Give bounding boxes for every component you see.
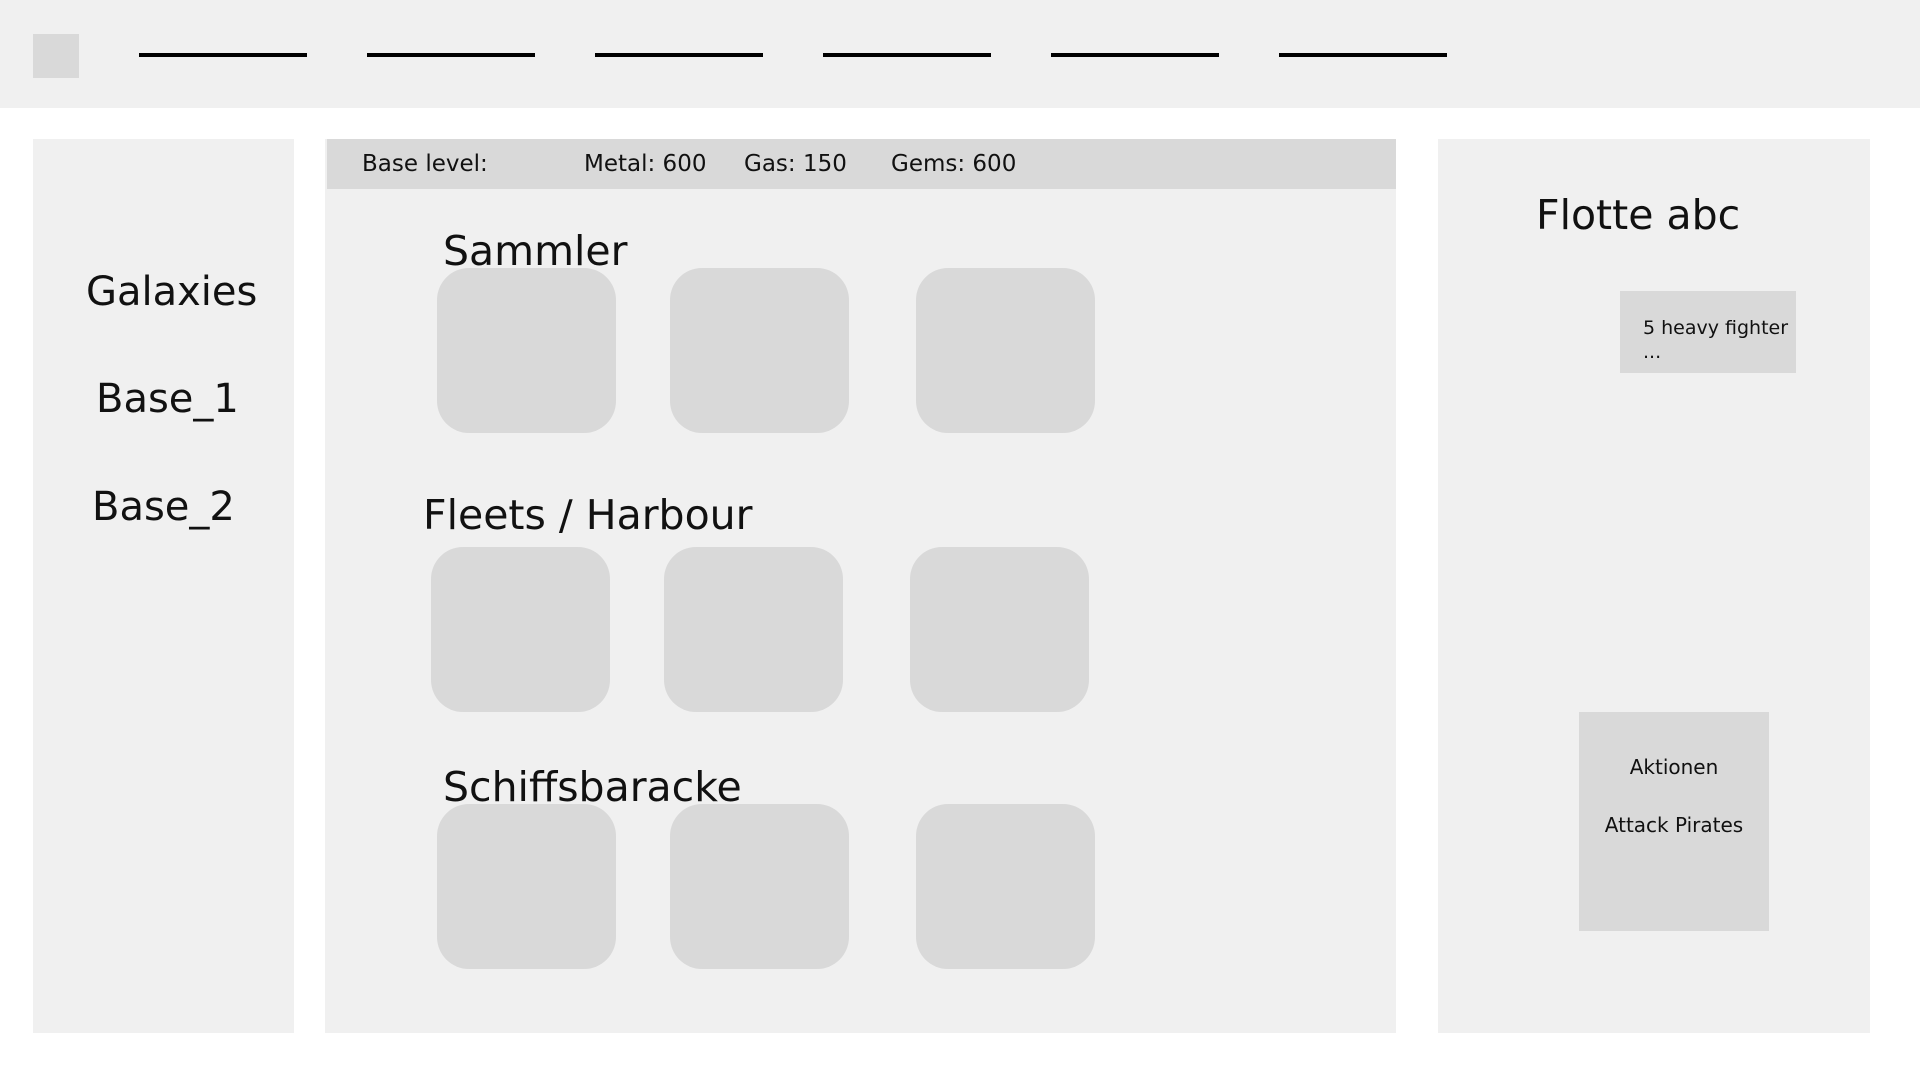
sidebar-item-base-2[interactable]: Base_2: [92, 484, 235, 530]
attack-pirates-action[interactable]: Attack Pirates: [1579, 813, 1769, 837]
fleet-panel: Flotte abc 5 heavy fighter ... Aktionen …: [1438, 139, 1870, 1033]
section-title-fleets-harbour: Fleets / Harbour: [423, 491, 753, 539]
fleet-title: Flotte abc: [1536, 191, 1741, 239]
sammler-slot-3[interactable]: [916, 268, 1095, 433]
harbour-slot-3[interactable]: [910, 547, 1089, 712]
gas-counter: Gas: 150: [744, 151, 847, 177]
nav-item-3[interactable]: [595, 53, 763, 57]
nav-item-1[interactable]: [139, 53, 307, 57]
schiffsbaracke-slot-2[interactable]: [670, 804, 849, 969]
harbour-slot-1[interactable]: [431, 547, 610, 712]
fleet-units-text: 5 heavy fighter: [1643, 317, 1789, 339]
nav-item-4[interactable]: [823, 53, 991, 57]
nav-item-2[interactable]: [367, 53, 535, 57]
metal-counter: Metal: 600: [584, 151, 707, 177]
sammler-slot-1[interactable]: [437, 268, 616, 433]
nav-item-6[interactable]: [1279, 53, 1447, 57]
sidebar: Galaxies Base_1 Base_2: [33, 139, 294, 1033]
harbour-slot-2[interactable]: [664, 547, 843, 712]
schiffsbaracke-slot-1[interactable]: [437, 804, 616, 969]
base-level-label: Base level:: [362, 151, 488, 177]
logo[interactable]: [33, 34, 79, 78]
sidebar-item-galaxies[interactable]: Galaxies: [86, 269, 257, 315]
gems-counter: Gems: 600: [891, 151, 1017, 177]
sidebar-item-base-1[interactable]: Base_1: [96, 376, 239, 422]
nav-item-5[interactable]: [1051, 53, 1219, 57]
schiffsbaracke-slot-3[interactable]: [916, 804, 1095, 969]
sammler-slot-2[interactable]: [670, 268, 849, 433]
main-content: Base level: Metal: 600 Gas: 150 Gems: 60…: [325, 139, 1396, 1033]
resource-bar: Base level: Metal: 600 Gas: 150 Gems: 60…: [327, 139, 1396, 189]
top-navigation-bar: [0, 0, 1920, 108]
actions-box: Aktionen Attack Pirates: [1579, 712, 1769, 931]
fleet-units-box[interactable]: 5 heavy fighter ...: [1620, 291, 1796, 373]
actions-title: Aktionen: [1629, 755, 1719, 779]
fleet-units-more: ...: [1643, 341, 1662, 363]
